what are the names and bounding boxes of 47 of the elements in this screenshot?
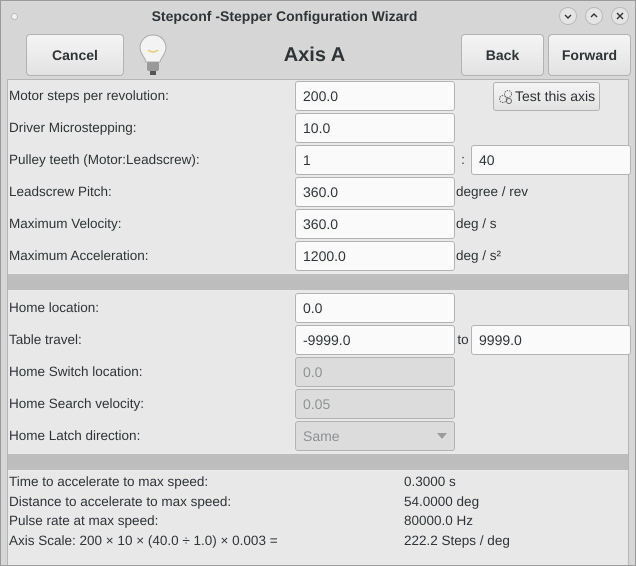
maximize-button[interactable] bbox=[585, 7, 603, 25]
result-value: 54.0000 deg bbox=[404, 492, 480, 511]
close-icon bbox=[614, 10, 626, 22]
input-field[interactable]: -9999.0 bbox=[295, 325, 455, 355]
result-label: Pulse rate at max speed: bbox=[9, 512, 160, 530]
unit-label: deg / s² bbox=[455, 246, 502, 265]
page-title: Axis A bbox=[282, 43, 346, 68]
input-field[interactable]: 40 bbox=[471, 145, 631, 175]
input-field[interactable]: 360.0 bbox=[295, 177, 455, 207]
input-field[interactable]: 0.0 bbox=[295, 293, 455, 323]
input-field[interactable]: 1 bbox=[295, 145, 455, 175]
field-label: Home Switch location: bbox=[9, 362, 144, 381]
separator-label: : bbox=[460, 150, 466, 169]
caret-icon bbox=[437, 433, 447, 439]
input-field[interactable]: 9999.0 bbox=[471, 325, 631, 355]
field-label: Maximum Acceleration: bbox=[9, 246, 150, 265]
window-title: Stepconf -Stepper Configuration Wizard bbox=[150, 6, 418, 26]
field-label: Pulley teeth (Motor:Leadscrew): bbox=[9, 150, 201, 169]
unit-label: deg / s bbox=[455, 214, 497, 233]
field-label: Driver Microstepping: bbox=[9, 118, 138, 137]
result-value: 80000.0 Hz bbox=[404, 512, 474, 530]
close-button[interactable] bbox=[611, 7, 629, 25]
input-field[interactable]: 200.0 bbox=[295, 81, 455, 111]
result-label: Distance to accelerate to max speed: bbox=[9, 492, 232, 511]
cancel-button[interactable]: Cancel bbox=[26, 34, 124, 76]
field-label: Home Search velocity: bbox=[9, 394, 146, 413]
field-label: Table travel: bbox=[9, 330, 83, 349]
separator-label: to bbox=[456, 330, 470, 349]
field-label: Home Latch direction: bbox=[9, 426, 142, 445]
input-field[interactable]: 360.0 bbox=[295, 209, 455, 239]
result-value: 222.2 Steps / deg bbox=[404, 532, 511, 550]
input-field[interactable]: 10.0 bbox=[295, 113, 455, 143]
forward-button[interactable]: Forward bbox=[548, 34, 631, 76]
field-label: Maximum Velocity: bbox=[9, 214, 123, 233]
result-value: 0.3000 s bbox=[404, 473, 457, 491]
test-axis-button[interactable]: Test this axis bbox=[493, 82, 600, 110]
result-label: Axis Scale: 200 × 10 × (40.0 ÷ 1.0) × 0.003 = bbox=[9, 532, 279, 550]
result-label: Time to accelerate to max speed: bbox=[9, 473, 210, 491]
field-label: Home location: bbox=[9, 298, 100, 317]
unit-label: degree / rev bbox=[455, 182, 528, 201]
lightbulb-icon bbox=[138, 33, 168, 77]
field-label: Leadscrew Pitch: bbox=[9, 182, 113, 201]
input-field[interactable]: 1200.0 bbox=[295, 241, 455, 271]
minimize-button[interactable] bbox=[559, 7, 577, 25]
back-button[interactable]: Back bbox=[461, 34, 544, 76]
field-label: Motor steps per revolution: bbox=[9, 86, 170, 105]
window-menu-dot[interactable] bbox=[11, 12, 18, 20]
